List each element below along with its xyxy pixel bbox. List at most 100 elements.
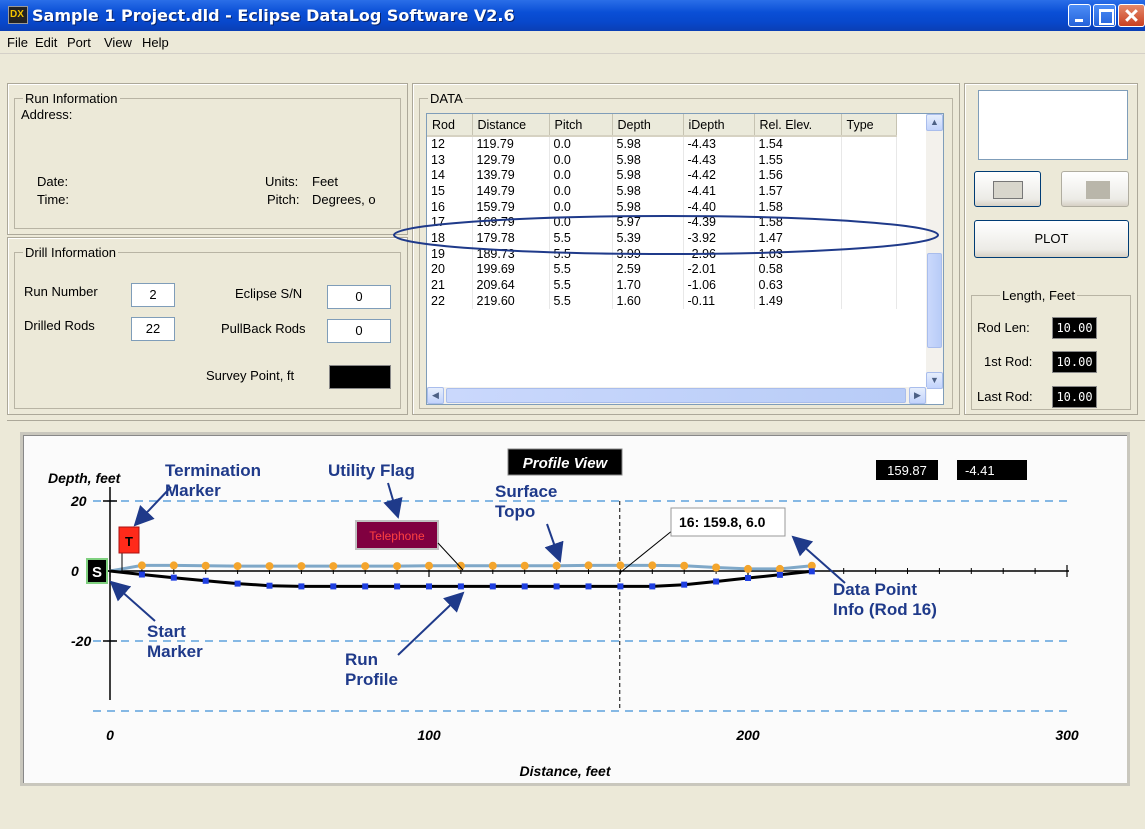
- menu-view[interactable]: View: [104, 35, 132, 50]
- cell-rod: 13: [427, 151, 473, 168]
- drilled-rods-label: Drilled Rods: [24, 318, 95, 333]
- drilled-rods-field[interactable]: 22: [131, 317, 175, 341]
- cell-idepth: -4.43: [683, 136, 755, 152]
- menu-edit[interactable]: Edit: [35, 35, 57, 50]
- address-label: Address:: [21, 107, 73, 122]
- date-label: Date:: [37, 174, 69, 189]
- toggle-left-button[interactable]: [974, 171, 1041, 207]
- run-profile-point: [298, 583, 305, 590]
- table-row[interactable]: 15 149.79 0.0 5.98 -4.41 1.57: [427, 183, 897, 199]
- horizontal-scrollbar[interactable]: ◀ ▶: [427, 387, 927, 404]
- annotation-termination-marker: Termination Marker: [165, 461, 261, 500]
- profile-plot[interactable]: 200-200 100 200 300Depth, feetDistance, fee…: [23, 435, 1127, 783]
- termination-marker-label: T: [125, 534, 133, 549]
- y-tick-label: -20: [71, 633, 91, 649]
- cell-pitch: 0.0: [549, 151, 613, 168]
- table-row[interactable]: 13 129.79 0.0 5.98 -4.43 1.55: [427, 151, 897, 168]
- surface-topo-point: [552, 561, 561, 570]
- y-axis-label: Depth, feet: [48, 470, 122, 486]
- surface-topo-point: [361, 562, 370, 571]
- surface-topo-point: [329, 562, 338, 571]
- annotation-data-point-info: Data Point Info (Rod 16): [833, 580, 937, 619]
- cell-type: [841, 183, 897, 199]
- table-row[interactable]: 14 139.79 0.0 5.98 -4.42 1.56: [427, 167, 897, 184]
- plot-button[interactable]: PLOT: [974, 220, 1129, 258]
- close-button[interactable]: [1118, 4, 1145, 27]
- preview-box: [978, 90, 1128, 160]
- minimize-button[interactable]: [1068, 4, 1091, 27]
- start-marker-label: S: [92, 564, 102, 581]
- col-rel-elev[interactable]: Rel. Elev.: [754, 114, 842, 137]
- cell-depth: 1.70: [612, 277, 684, 293]
- scroll-right-button[interactable]: ▶: [909, 387, 926, 404]
- rod-len-field[interactable]: 10.00: [1052, 317, 1097, 339]
- table-row[interactable]: 22 219.60 5.5 1.60 -0.11 1.49: [427, 292, 897, 309]
- rod-len-label: Rod Len:: [977, 320, 1030, 335]
- cell-pitch: 0.0: [549, 183, 613, 199]
- surface-topo-point: [233, 562, 242, 571]
- run-profile-point: [330, 583, 337, 590]
- surface-topo-point: [393, 562, 402, 571]
- drill-info-group: Drill Information Run Number 2 Eclipse S…: [14, 245, 401, 409]
- cell-rod: 21: [427, 277, 473, 293]
- app-icon: [8, 6, 28, 24]
- cell-distance: 209.64: [472, 277, 550, 293]
- survey-point-field[interactable]: [329, 365, 391, 389]
- surface-topo-point: [169, 561, 178, 570]
- surface-topo-point: [520, 561, 529, 570]
- run-profile-point: [362, 583, 369, 590]
- col-depth[interactable]: Depth: [612, 114, 684, 137]
- toggle-right-button[interactable]: [1061, 171, 1129, 207]
- pullback-rods-field[interactable]: 0: [327, 319, 391, 343]
- cell-rel-elev: 1.56: [754, 167, 842, 184]
- table-row[interactable]: 21 209.64 5.5 1.70 -1.06 0.63: [427, 277, 897, 293]
- surface-topo-point: [265, 562, 274, 571]
- drill-info-panel: Drill Information Run Number 2 Eclipse S…: [7, 237, 408, 415]
- cell-depth: 5.98: [612, 136, 684, 152]
- menu-port[interactable]: Port: [67, 35, 91, 50]
- pullback-rods-label: PullBack Rods: [221, 321, 306, 336]
- run-profile-point: [138, 571, 145, 578]
- col-type[interactable]: Type: [841, 114, 897, 137]
- x-tick-label: 100: [417, 727, 441, 743]
- run-profile-point: [394, 583, 401, 590]
- table-row[interactable]: 12 119.79 0.0 5.98 -4.43 1.54: [427, 136, 897, 152]
- run-profile-point: [681, 581, 688, 588]
- eclipse-sn-field[interactable]: 0: [327, 285, 391, 309]
- data-grid[interactable]: Rod Distance Pitch Depth iDepth Rel. Ele…: [426, 113, 944, 405]
- maximize-button[interactable]: [1093, 4, 1116, 27]
- run-profile-point: [521, 583, 528, 590]
- toggle-right-icon: [1086, 181, 1110, 199]
- cell-pitch: 5.5: [549, 277, 613, 293]
- run-number-label: Run Number: [24, 284, 98, 299]
- menu-file[interactable]: File: [7, 35, 28, 50]
- run-number-field[interactable]: 2: [131, 283, 175, 307]
- col-distance[interactable]: Distance: [472, 114, 550, 137]
- col-idepth[interactable]: iDepth: [683, 114, 755, 137]
- row-highlight-ellipse: [393, 215, 939, 255]
- col-pitch[interactable]: Pitch: [549, 114, 613, 137]
- last-rod-field[interactable]: 10.00: [1052, 386, 1097, 408]
- scroll-left-button[interactable]: ◀: [427, 387, 444, 404]
- cell-rod: 12: [427, 136, 473, 152]
- annotation-utility-flag: Utility Flag: [328, 461, 415, 480]
- cell-rel-elev: 1.54: [754, 136, 842, 152]
- cell-pitch: 0.0: [549, 167, 613, 184]
- status-strip: [7, 802, 1145, 829]
- menu-help[interactable]: Help: [142, 35, 169, 50]
- scroll-down-button[interactable]: ▼: [926, 372, 943, 389]
- col-rod[interactable]: Rod: [427, 114, 473, 137]
- first-rod-field[interactable]: 10.00: [1052, 351, 1097, 373]
- units-label: Units:: [265, 174, 299, 189]
- x-tick-label: 200: [735, 727, 760, 743]
- run-info-title: Run Information: [23, 91, 120, 106]
- horizontal-scroll-thumb[interactable]: [446, 388, 906, 403]
- scroll-up-button[interactable]: ▲: [926, 114, 943, 131]
- run-profile-point: [170, 574, 177, 581]
- table-row[interactable]: 20 199.69 5.5 2.59 -2.01 0.58: [427, 261, 897, 278]
- cell-rod: 22: [427, 292, 473, 309]
- vertical-scroll-thumb[interactable]: [927, 253, 942, 348]
- utility-flag-label: Telephone: [369, 529, 425, 543]
- pitch-value: Degrees, o: [312, 192, 376, 207]
- last-rod-label: Last Rod:: [977, 389, 1033, 404]
